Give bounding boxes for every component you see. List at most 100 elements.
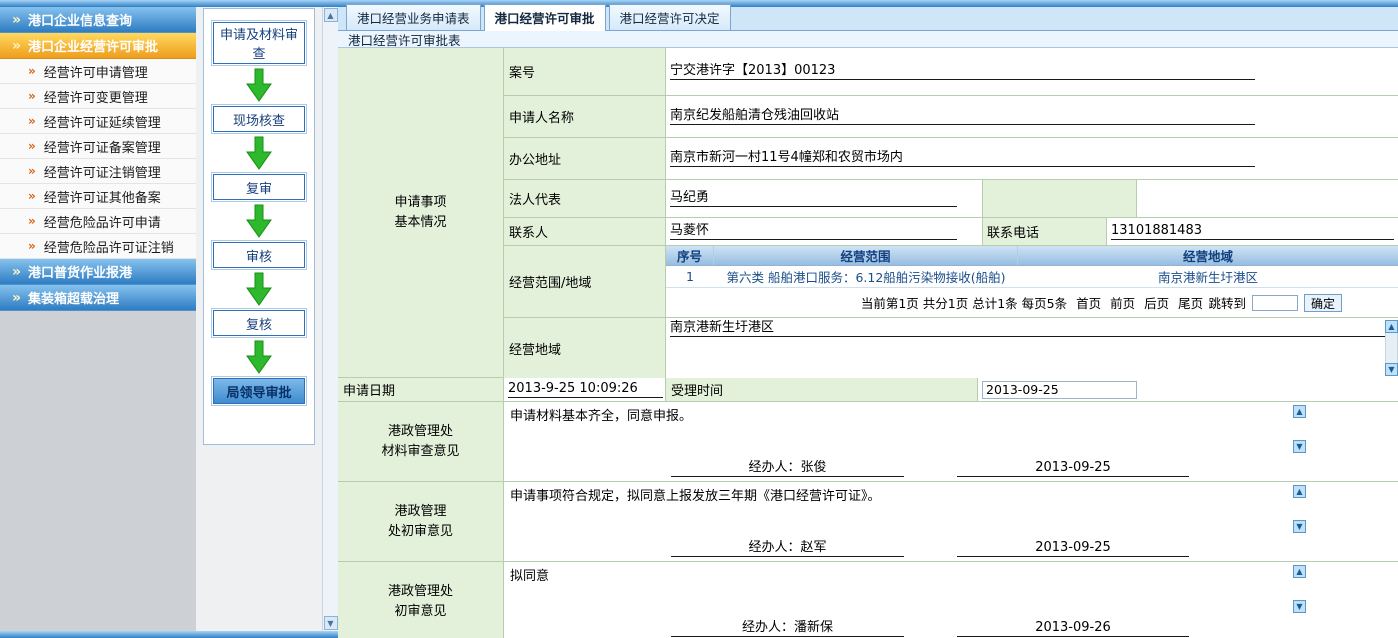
flow-down-arrow-icon: [246, 272, 272, 306]
flow-step-re-review[interactable]: 复审: [213, 174, 305, 200]
case-no-field[interactable]: 宁交港许字【2013】00123: [670, 63, 1255, 80]
next-page-link[interactable]: 后页: [1144, 293, 1169, 312]
sidebar-item-container-overload[interactable]: » 集装箱超载治理: [0, 285, 196, 311]
tab-business-application-form[interactable]: 港口经营业务申请表: [346, 4, 481, 30]
sidebar-subitem-license-application[interactable]: » 经营许可申请管理: [0, 59, 196, 84]
sidebar-subitem-license-change[interactable]: » 经营许可变更管理: [0, 84, 196, 109]
prev-page-link[interactable]: 前页: [1110, 293, 1135, 312]
material-review-opinion-label: 港政管理处 材料审查意见: [338, 402, 504, 481]
jump-to-label: 跳转到: [1208, 293, 1246, 312]
vertical-scrollbar[interactable]: ▲ ▼: [322, 7, 338, 631]
group-label-line2: 基本情况: [394, 213, 446, 233]
accept-time-label: 受理时间: [666, 378, 978, 401]
scope-table-row[interactable]: 1 第六类 船舶港口服务：6.12船舶污染物接收(船舶) 南京港新生圩港区: [666, 266, 1398, 288]
sidebar-item-license-approval[interactable]: » 港口企业经营许可审批: [0, 33, 196, 59]
scope-col-scope: 经营范围: [714, 246, 1018, 265]
submenu-bullet-icon: »: [28, 114, 36, 128]
sidebar-item-cargo-report[interactable]: » 港口普货作业报港: [0, 259, 196, 285]
sidebar-subitem-license-other-filing[interactable]: » 经营许可证其他备案: [0, 184, 196, 209]
submenu-bullet-icon: »: [28, 189, 36, 203]
sidebar-subitem-license-filing[interactable]: » 经营许可证备案管理: [0, 134, 196, 159]
form-row-preliminary-opinion-2: 港政管理处 初审意见 拟同意 经办人：潘新保 2013-09-26 ▲ ▼: [338, 562, 1398, 638]
scroll-down-icon[interactable]: ▼: [1293, 520, 1306, 533]
handler-date-field[interactable]: 2013-09-25: [957, 540, 1189, 557]
sidebar-item-enterprise-info-query[interactable]: » 港口企业信息查询: [0, 7, 196, 33]
form-row-apply-date: 申请日期 2013-9-25 10:09:26 受理时间 2013-09-25: [338, 378, 1398, 402]
scroll-down-icon[interactable]: ▼: [1293, 600, 1306, 613]
scroll-up-icon[interactable]: ▲: [1293, 405, 1306, 418]
tab-bar: 港口经营业务申请表 港口经营许可审批 港口经营许可决定: [338, 7, 1398, 31]
phone-field[interactable]: 13101881483: [1111, 223, 1394, 240]
handler-date-field[interactable]: 2013-09-26: [957, 620, 1189, 637]
menu-section-icon: »: [12, 39, 21, 53]
apply-date-field[interactable]: 2013-9-25 10:09:26: [508, 381, 663, 398]
group-label: 申请事项 基本情况: [338, 48, 504, 377]
flow-step-material-review[interactable]: 申请及材料审查: [213, 22, 305, 64]
handler-date-field[interactable]: 2013-09-25: [957, 460, 1189, 477]
sidebar-item-label: 港口企业信息查询: [28, 10, 132, 29]
page-info: 当前第1页 共分1页 总计1条 每页5条: [861, 293, 1067, 312]
area-field[interactable]: 南京港新生圩港区: [670, 320, 1390, 337]
flow-step-audit[interactable]: 审核: [213, 242, 305, 268]
handler-field[interactable]: 经办人：潘新保: [671, 620, 904, 637]
phone-label: 联系电话: [982, 218, 1107, 245]
flow-down-arrow-icon: [246, 340, 272, 374]
accept-time-field[interactable]: 2013-09-25: [982, 381, 1137, 399]
menu-section-icon: »: [12, 13, 21, 27]
applicant-field[interactable]: 南京纪发船舶清仓残油回收站: [670, 108, 1255, 125]
main-content: 港口经营业务申请表 港口经营许可审批 港口经营许可决定 港口经营许可审批表 申请…: [338, 7, 1398, 638]
legal-rep-field[interactable]: 马纪勇: [670, 190, 957, 207]
scroll-track[interactable]: [1385, 333, 1398, 363]
form-title: 港口经营许可审批表: [338, 31, 1398, 48]
sidebar-subitem-dangerous-goods-cancellation[interactable]: » 经营危险品许可证注销: [0, 234, 196, 259]
scope-col-no: 序号: [666, 246, 714, 265]
submenu-bullet-icon: »: [28, 64, 36, 78]
tab-license-decision[interactable]: 港口经营许可决定: [609, 4, 731, 30]
office-address-field[interactable]: 南京市新河一村11号4幢郑和农贸市场内: [670, 150, 1255, 167]
opinion-label-line1: 港政管理处: [388, 582, 453, 602]
scroll-down-icon[interactable]: ▼: [324, 616, 338, 630]
scope-row-no: 1: [666, 266, 714, 287]
sidebar-subitem-license-cancellation[interactable]: » 经营许可证注销管理: [0, 159, 196, 184]
opinion-label-line2: 初审意见: [394, 602, 446, 622]
flow-step-site-inspection[interactable]: 现场核查: [213, 106, 305, 132]
flow-step-director-approval[interactable]: 局领导审批: [213, 378, 305, 404]
empty-label-cell: [982, 180, 1137, 217]
form-row-contact: 联系人 马菱怀 联系电话 13101881483: [504, 218, 1398, 246]
form-row-applicant: 申请人名称 南京纪发船舶清仓残油回收站: [504, 96, 1398, 138]
sidebar-subitem-label: 经营危险品许可证注销: [44, 237, 174, 256]
jump-confirm-button[interactable]: 确定: [1304, 294, 1342, 312]
scroll-down-icon[interactable]: ▼: [1385, 363, 1398, 376]
material-review-opinion-textarea[interactable]: 申请材料基本齐全，同意申报。: [510, 405, 1288, 424]
last-page-link[interactable]: 尾页: [1178, 293, 1203, 312]
opinion-scrollbar: ▲ ▼: [1293, 405, 1306, 453]
group-label-line1: 申请事项: [394, 193, 446, 213]
first-page-link[interactable]: 首页: [1076, 293, 1101, 312]
contact-field[interactable]: 马菱怀: [670, 223, 957, 240]
flow-step-recheck[interactable]: 复核: [213, 310, 305, 336]
handler-field[interactable]: 经办人：张俊: [671, 460, 904, 477]
opinion-scrollbar: ▲ ▼: [1293, 485, 1306, 533]
scroll-up-icon[interactable]: ▲: [1385, 320, 1398, 333]
scroll-down-icon[interactable]: ▼: [1293, 440, 1306, 453]
scroll-up-icon[interactable]: ▲: [1293, 565, 1306, 578]
legal-rep-label: 法人代表: [504, 180, 666, 217]
sidebar-subitem-label: 经营许可证延续管理: [44, 112, 161, 131]
submenu-bullet-icon: »: [28, 164, 36, 178]
workflow-panel: 申请及材料审查 现场核查 复审 审核 复核 局领导审批: [203, 8, 315, 445]
opinion-label-line2: 处初审意见: [388, 522, 453, 542]
sidebar-subitem-dangerous-goods-application[interactable]: » 经营危险品许可申请: [0, 209, 196, 234]
jump-page-input[interactable]: [1252, 295, 1298, 311]
scroll-up-icon[interactable]: ▲: [324, 8, 338, 22]
scope-row-area: 南京港新生圩港区: [1018, 266, 1398, 287]
scope-row-scope: 第六类 船舶港口服务：6.12船舶污染物接收(船舶): [714, 266, 1018, 287]
handler-field[interactable]: 经办人：赵军: [671, 540, 904, 557]
apply-date-label: 申请日期: [338, 378, 504, 401]
preliminary-opinion-2-textarea[interactable]: 拟同意: [510, 565, 1288, 584]
workflow-gutter: 申请及材料审查 现场核查 复审 审核 复核 局领导审批: [196, 7, 322, 631]
preliminary-opinion-textarea[interactable]: 申请事项符合规定，拟同意上报发放三年期《港口经营许可证》。: [510, 485, 1288, 504]
sidebar-subitem-license-renewal[interactable]: » 经营许可证延续管理: [0, 109, 196, 134]
contact-label: 联系人: [504, 218, 666, 245]
scroll-up-icon[interactable]: ▲: [1293, 485, 1306, 498]
tab-license-approval[interactable]: 港口经营许可审批: [484, 4, 606, 31]
